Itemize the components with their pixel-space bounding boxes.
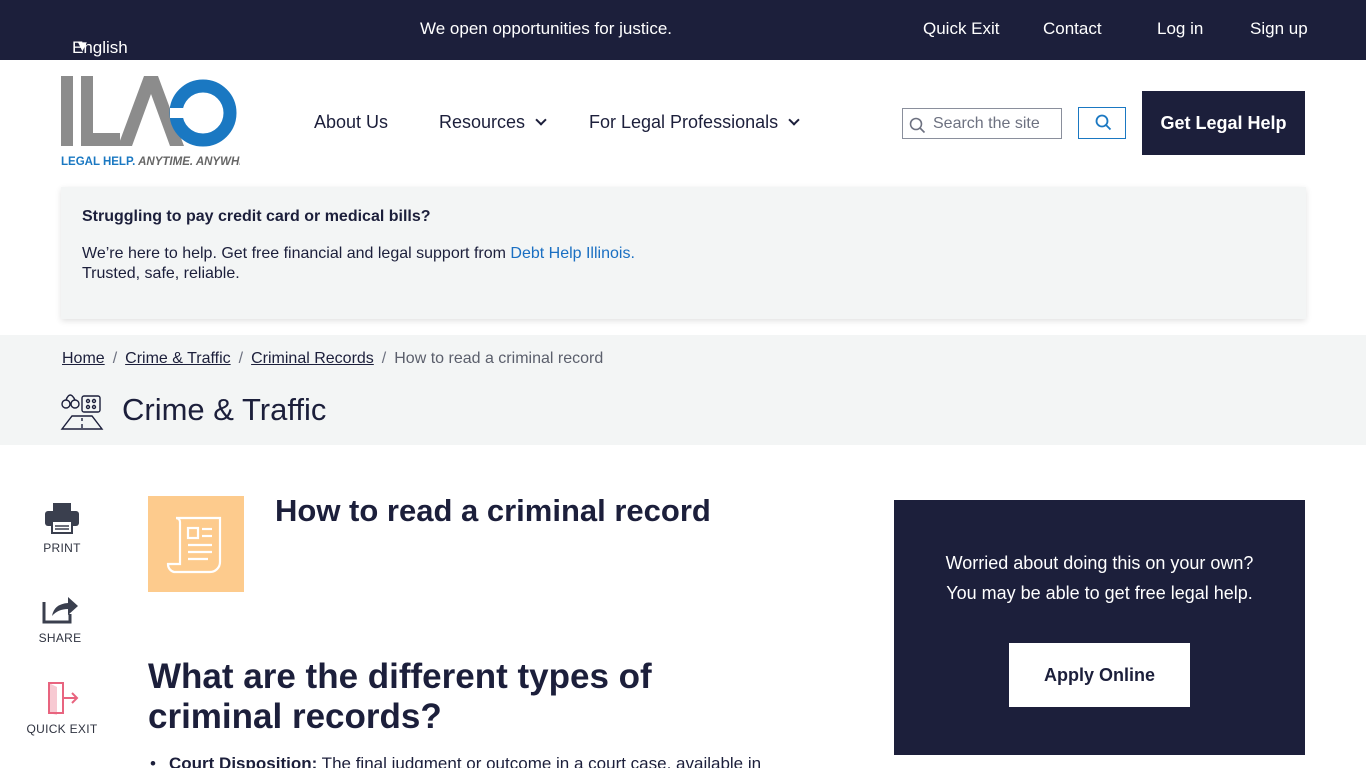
legal-help-callout: Worried about doing this on your own? Yo… xyxy=(894,500,1305,755)
article-title: How to read a criminal record xyxy=(275,493,711,528)
login-link[interactable]: Log in xyxy=(1157,19,1203,39)
breadcrumb-crime-traffic[interactable]: Crime & Traffic xyxy=(125,350,231,367)
contact-link[interactable]: Contact xyxy=(1043,19,1102,39)
article-type-icon xyxy=(148,496,244,592)
alert-body: We’re here to help. Get free financial a… xyxy=(82,244,1285,264)
nav-legal-professionals[interactable]: For Legal Professionals xyxy=(589,112,800,133)
breadcrumb-current: How to read a criminal record xyxy=(394,350,604,367)
search-field[interactable] xyxy=(902,108,1062,139)
nav-resources-label: Resources xyxy=(439,112,526,132)
list-item: Court Disposition: The final judgment or… xyxy=(148,754,808,768)
search-button[interactable] xyxy=(1078,107,1126,139)
document-scroll-icon xyxy=(166,516,222,574)
crime-traffic-icon xyxy=(60,394,104,430)
alert-body-text: We’re here to help. Get free financial a… xyxy=(82,245,511,262)
article-section-heading: What are the different types of criminal… xyxy=(148,657,652,736)
quick-exit-link[interactable]: Quick Exit xyxy=(923,19,1000,39)
tagline: We open opportunities for justice. xyxy=(420,19,672,38)
list-item-term: Court Disposition: xyxy=(169,754,318,768)
site-header: LEGAL HELP. ANYTIME. ANYWHERE. About Us … xyxy=(0,60,1366,185)
breadcrumb-criminal-records[interactable]: Criminal Records xyxy=(251,350,374,367)
print-button[interactable]: PRINT xyxy=(40,502,84,555)
share-label: SHARE xyxy=(38,631,82,645)
quick-exit-button[interactable]: QUICK EXIT xyxy=(24,681,100,736)
breadcrumb-separator: / xyxy=(381,350,387,367)
debt-help-alert: Struggling to pay credit card or medical… xyxy=(61,187,1306,319)
caret-down-icon: ▼ xyxy=(75,38,90,55)
alert-title: Struggling to pay credit card or medical… xyxy=(82,208,431,225)
nav-about-label: About Us xyxy=(314,112,389,132)
signup-link[interactable]: Sign up xyxy=(1250,19,1308,39)
breadcrumb: Home / Crime & Traffic / Criminal Records / Ho… xyxy=(62,350,603,368)
exit-door-icon xyxy=(48,682,79,715)
list-item-text: The final judgment or outcome in a court… xyxy=(317,754,762,768)
search-icon xyxy=(909,117,926,134)
debt-help-link[interactable]: Debt Help Illinois. xyxy=(510,245,635,262)
breadcrumb-separator: / xyxy=(112,350,118,367)
nav-resources[interactable]: Resources xyxy=(439,112,547,133)
nav-professionals-label: For Legal Professionals xyxy=(589,112,779,132)
share-button[interactable]: SHARE xyxy=(36,594,84,645)
callout-line-2: You may be able to get free legal help. xyxy=(946,583,1253,603)
alert-tagline: Trusted, safe, reliable. xyxy=(82,265,240,282)
print-label: PRINT xyxy=(43,541,81,555)
get-legal-help-button[interactable]: Get Legal Help xyxy=(1142,91,1305,155)
article-list: Court Disposition: The final judgment or… xyxy=(148,754,808,768)
breadcrumb-home[interactable]: Home xyxy=(62,350,105,367)
chevron-down-icon xyxy=(535,114,547,126)
ilao-logo-graphic: LEGAL HELP. ANYTIME. ANYWHERE. xyxy=(61,76,266,168)
quick-exit-label: QUICK EXIT xyxy=(26,722,98,736)
chevron-down-icon xyxy=(788,114,800,126)
top-bar: English ▼ We open opportunities for justi… xyxy=(0,0,1366,60)
ilao-logo[interactable]: LEGAL HELP. ANYTIME. ANYWHERE. xyxy=(60,74,266,170)
share-icon xyxy=(42,597,78,624)
callout-line-1: Worried about doing this on your own? xyxy=(945,553,1254,573)
apply-online-button[interactable]: Apply Online xyxy=(1009,643,1190,707)
search-icon xyxy=(1095,114,1112,131)
logo-slogan: LEGAL HELP. ANYTIME. ANYWHERE. xyxy=(61,156,240,168)
printer-icon xyxy=(45,503,79,534)
breadcrumb-separator: / xyxy=(238,350,244,367)
category-title: Crime & Traffic xyxy=(122,392,327,427)
nav-about-us[interactable]: About Us xyxy=(314,112,388,133)
category-header: Home / Crime & Traffic / Criminal Records / Ho… xyxy=(0,335,1366,445)
search-input[interactable] xyxy=(933,113,1057,135)
